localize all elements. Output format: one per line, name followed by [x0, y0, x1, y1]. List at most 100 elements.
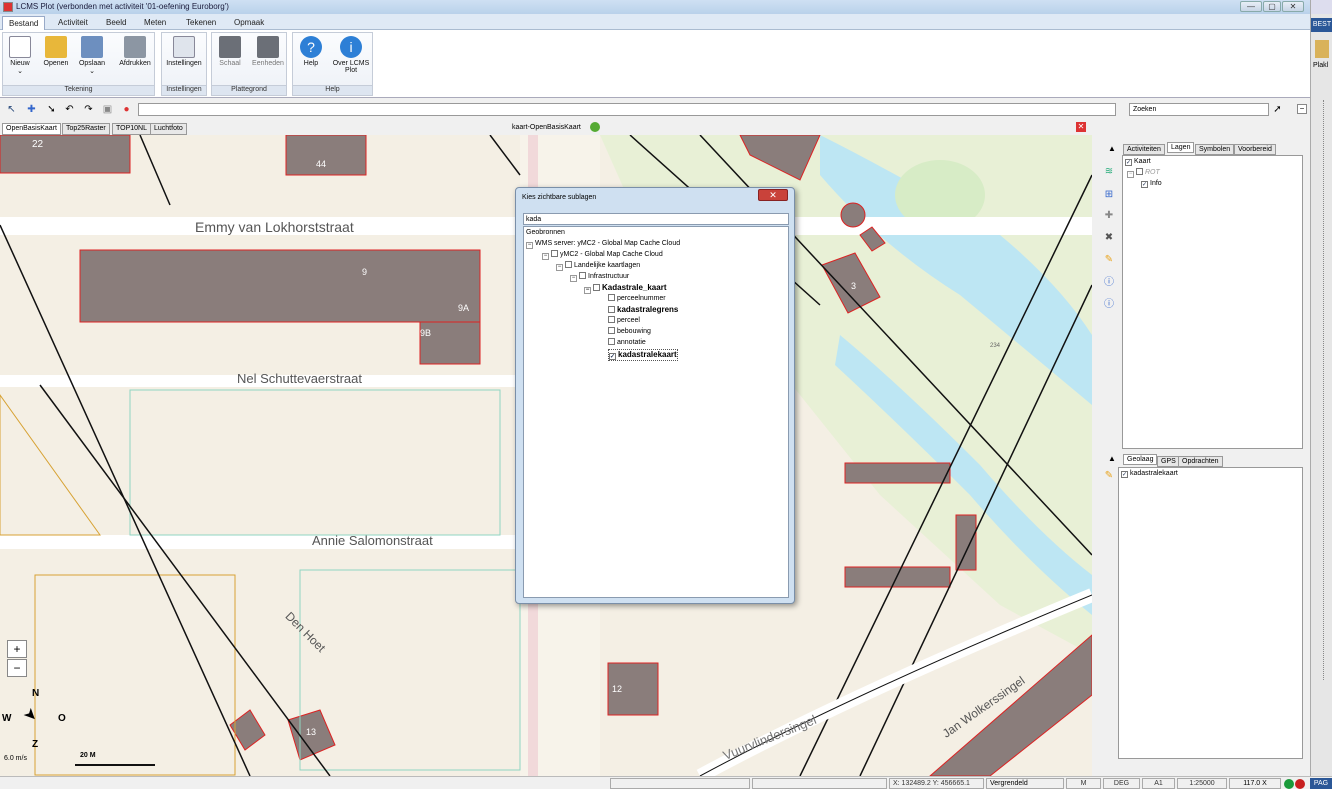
redo-icon[interactable]: ↷ [83, 104, 94, 115]
pan-tool-icon[interactable]: ✚ [26, 104, 37, 115]
tab-bestand[interactable]: Bestand [2, 16, 46, 30]
collapse-icon[interactable]: − [526, 242, 533, 249]
building-label: 3 [851, 281, 857, 291]
tree-node[interactable]: − Infrastructuur [570, 272, 629, 282]
tree-node[interactable]: − WMS server: yMC2 - Global Map Cache Clo… [526, 239, 680, 249]
panel-collapse-button[interactable]: − [1297, 104, 1307, 114]
scale-readout[interactable]: 1:25000 [1177, 778, 1227, 789]
add-layer-icon[interactable]: ⊞ [1104, 190, 1114, 200]
zoom-in-button[interactable]: + [7, 640, 27, 658]
checkbox[interactable] [565, 261, 572, 268]
tab-symbolen[interactable]: Symbolen [1195, 144, 1235, 155]
checkbox[interactable] [608, 327, 615, 334]
tab-luchtfoto[interactable]: Luchtfoto [150, 123, 187, 135]
select-tool-icon[interactable]: ↖ [6, 104, 17, 115]
layers-icon[interactable]: ≋ [1104, 167, 1114, 177]
collapse-icon[interactable]: − [542, 253, 549, 260]
settings-button[interactable]: Instellingen [164, 36, 204, 67]
checkbox[interactable] [608, 294, 615, 301]
tree-node[interactable]: annotatie [608, 338, 646, 348]
unit-m[interactable]: M [1066, 778, 1101, 789]
tab-beeld[interactable]: Beeld [100, 16, 132, 30]
paste-label[interactable]: Plakl [1313, 62, 1328, 69]
collapse-arrow-icon[interactable]: ▲ [1108, 144, 1116, 153]
close-button[interactable]: ✕ [1282, 1, 1304, 12]
geolaag-item[interactable]: ✓ kadastralekaart [1121, 469, 1178, 479]
unit-deg[interactable]: DEG [1103, 778, 1140, 789]
tab-meten[interactable]: Meten [138, 16, 172, 30]
collapse-icon[interactable]: − [556, 264, 563, 271]
pointer-icon[interactable]: ➘ [46, 104, 57, 115]
collapse-icon[interactable]: − [1127, 171, 1134, 178]
tree-node[interactable]: kadastralegrens [608, 305, 678, 315]
scale-button[interactable]: Schaal [215, 36, 245, 67]
checkbox[interactable] [1136, 168, 1143, 175]
close-map-icon[interactable]: ✕ [1076, 122, 1086, 132]
about-button[interactable]: i Over LCMS Plot [331, 36, 371, 74]
tree-node[interactable]: bebouwing [608, 327, 651, 337]
paper-size[interactable]: A1 [1142, 778, 1175, 789]
layer-item[interactable]: ✓ Info [1141, 179, 1162, 189]
tree-node[interactable]: ✓ kadastralekaart [608, 349, 678, 361]
info-icon[interactable]: ⓘ [1104, 278, 1114, 288]
tab-opdrachten[interactable]: Opdrachten [1178, 456, 1223, 467]
tab-tekenen[interactable]: Tekenen [180, 16, 222, 30]
maximize-button[interactable]: ▢ [1263, 1, 1281, 12]
checkbox[interactable] [593, 284, 600, 291]
tab-activiteiten[interactable]: Activiteiten [1123, 144, 1165, 155]
tree-node[interactable]: perceelnummer [608, 294, 666, 304]
checkbox[interactable] [608, 316, 615, 323]
tab-geolaag[interactable]: Geolaag [1123, 454, 1158, 465]
units-button[interactable]: Eenheden [250, 36, 286, 67]
checkbox-checked[interactable]: ✓ [1121, 471, 1128, 478]
tab-voorbereid[interactable]: Voorbereid [1234, 144, 1276, 155]
collapse-icon[interactable]: − [584, 287, 591, 294]
tab-openbasiskaart[interactable]: OpenBasisKaart [2, 123, 61, 135]
tab-top10nl[interactable]: TOP10NL [112, 123, 151, 135]
new-button[interactable]: Nieuw ⌄ [5, 36, 35, 75]
search-go-icon[interactable]: ➚ [1272, 104, 1283, 115]
layer-item[interactable]: − ROT [1127, 168, 1160, 178]
filter-input[interactable]: kada [523, 213, 789, 225]
print-button[interactable]: Afdrukken [117, 36, 153, 67]
tree-node[interactable]: − yMC2 - Global Map Cache Cloud [542, 250, 663, 260]
strip-tab[interactable]: BEST [1311, 18, 1332, 32]
checkbox-checked[interactable]: ✓ [1141, 181, 1148, 188]
tab-top25raster[interactable]: Top25Raster [62, 123, 110, 135]
checkbox-checked[interactable]: ✓ [609, 353, 616, 360]
tree-node[interactable]: − Kadastrale_kaart [584, 283, 666, 294]
zoom-out-button[interactable]: − [7, 659, 27, 677]
page-tab[interactable]: PAG [1310, 778, 1332, 789]
stop-icon[interactable]: ● [121, 104, 132, 115]
edit-icon[interactable]: ✎ [1104, 255, 1114, 265]
checkbox[interactable] [579, 272, 586, 279]
collapse-arrow-icon[interactable]: ▲ [1108, 454, 1116, 463]
open-button[interactable]: Openen [41, 36, 71, 67]
move-icon[interactable]: ✚ [1104, 211, 1114, 221]
help-button[interactable]: ? Help [296, 36, 326, 67]
tab-gps[interactable]: GPS [1157, 456, 1180, 467]
checkbox[interactable] [608, 338, 615, 345]
minimize-button[interactable]: — [1240, 1, 1262, 12]
tree-node[interactable]: − Landelijke kaartlagen [556, 261, 640, 271]
edit-icon[interactable]: ✎ [1104, 471, 1114, 481]
save-button[interactable]: Opslaan ⌄ [77, 36, 107, 75]
tab-opmaak[interactable]: Opmaak [228, 16, 270, 30]
refresh-icon[interactable]: ▣ [102, 104, 113, 115]
tree-node[interactable]: perceel [608, 316, 640, 326]
lock-status[interactable]: Vergrendeld [986, 778, 1064, 789]
checkbox[interactable] [608, 306, 615, 313]
search-input[interactable]: Zoeken [1129, 103, 1269, 116]
layer-item[interactable]: ✓ Kaart [1125, 157, 1151, 167]
command-input[interactable] [138, 103, 1116, 116]
info-icon[interactable]: ⓘ [1104, 300, 1114, 310]
checkbox[interactable] [551, 250, 558, 257]
checkbox-checked[interactable]: ✓ [1125, 159, 1132, 166]
collapse-icon[interactable]: − [570, 275, 577, 282]
tab-lagen[interactable]: Lagen [1167, 142, 1195, 153]
delete-icon[interactable]: ✖ [1104, 233, 1114, 243]
dialog-close-button[interactable]: ✕ [758, 189, 788, 201]
tab-activiteit[interactable]: Activiteit [52, 16, 94, 30]
undo-icon[interactable]: ↶ [64, 104, 75, 115]
tree-node[interactable]: Geobronnen [526, 228, 565, 238]
